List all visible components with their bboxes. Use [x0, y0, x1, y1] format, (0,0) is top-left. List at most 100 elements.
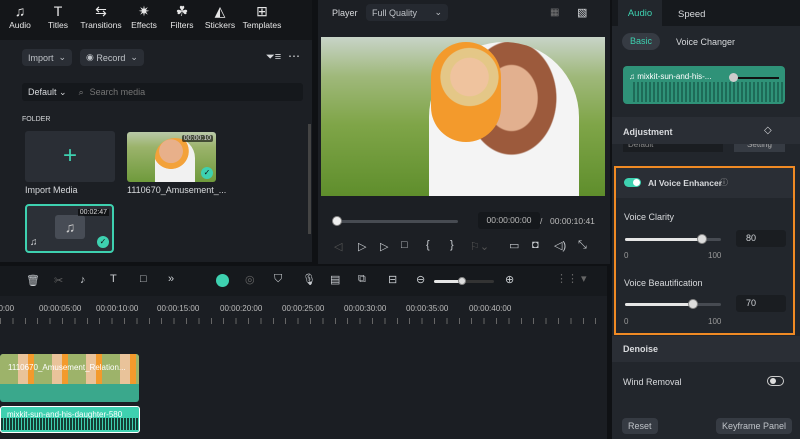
- tab-audio[interactable]: Audio: [618, 0, 662, 28]
- video-thumbnail[interactable]: 00:00:10 ✓: [127, 132, 216, 182]
- snapshot-view-icon[interactable]: ▧: [577, 6, 587, 19]
- filter-icon[interactable]: ⏷≡: [266, 51, 281, 64]
- scrubber-knob[interactable]: [332, 216, 342, 226]
- ruler-label: 00:00:40:00: [469, 304, 512, 313]
- audio-edit-icon[interactable]: ♪: [80, 274, 86, 286]
- ruler-label: 00:00:10:00: [96, 304, 139, 313]
- fullscreen-icon[interactable]: ⤡: [578, 239, 587, 252]
- audio-waveform-card[interactable]: ♫ mixkit-sun-and-his-...: [623, 66, 785, 104]
- audio-clip-name: mixkit-sun-and-his-daughter-580: [7, 410, 123, 419]
- timeline-panel: 🗑 ✂ ♪ T □ » ◎ ⛉ 🎙 ▤ ⧉ ⊟ ⊖ ⊕ ⋮⋮ ▾ 00:00 0…: [0, 266, 607, 439]
- mark-in-icon[interactable]: {: [426, 239, 430, 251]
- tab-effects[interactable]: ✷ Effects: [128, 0, 160, 40]
- import-button[interactable]: Import ⌄: [22, 49, 73, 66]
- zoom-in-icon[interactable]: ⊕: [505, 273, 514, 286]
- display-icon[interactable]: ▭: [509, 239, 519, 252]
- cut-icon[interactable]: ✂: [54, 274, 63, 287]
- fit-icon[interactable]: ⊟: [388, 273, 397, 286]
- audio-media-tile[interactable]: ♫ 00:02:47 ♫ ✓: [25, 204, 114, 253]
- subtab-voice-changer[interactable]: Voice Changer: [676, 37, 735, 47]
- marker-icon[interactable]: ⛉: [274, 273, 282, 286]
- wind-removal-toggle[interactable]: [767, 376, 784, 386]
- folder-label: FOLDER: [22, 116, 51, 123]
- tab-stickers[interactable]: ◭ Stickers: [204, 0, 236, 40]
- keyframe-diamond-icon[interactable]: ◇: [764, 125, 772, 136]
- ruler-label: 00:00:20:00: [220, 304, 263, 313]
- time-ruler[interactable]: 00:00 00:00:05:00 00:00:10:00 00:00:15:0…: [0, 304, 607, 326]
- volume-icon[interactable]: ◁): [554, 239, 566, 252]
- ruler-label: 00:00: [0, 304, 15, 313]
- enhancer-toggle[interactable]: [624, 178, 641, 187]
- zoom-out-icon[interactable]: ⊖: [416, 273, 425, 286]
- music-icon: ♫: [55, 215, 85, 239]
- import-media-label: Import Media: [25, 185, 78, 195]
- tab-label: Effects: [131, 20, 157, 30]
- play-icon[interactable]: ▷: [380, 240, 388, 253]
- delete-icon[interactable]: 🗑: [26, 274, 40, 287]
- next-frame-icon[interactable]: ▷: [358, 240, 366, 253]
- record-button[interactable]: ◉ Record ⌄: [80, 49, 144, 66]
- reset-button[interactable]: Reset: [622, 418, 658, 434]
- ai-icon[interactable]: [216, 274, 229, 287]
- current-time[interactable]: 00:00:00:00: [478, 212, 540, 229]
- clip-duration: 00:02:47: [77, 209, 109, 216]
- tab-audio[interactable]: ♫ Audio: [4, 0, 36, 40]
- quality-dropdown[interactable]: Full Quality ⌄: [366, 4, 448, 21]
- voice-clarity-slider[interactable]: [625, 234, 721, 244]
- tab-filters[interactable]: ☘ Filters: [166, 0, 198, 40]
- tab-transitions[interactable]: ⇆ Transitions: [80, 0, 122, 40]
- wind-removal-label: Wind Removal: [623, 377, 682, 387]
- text-icon[interactable]: T: [110, 273, 117, 285]
- more-tools-icon[interactable]: »: [168, 273, 174, 285]
- grid-icon[interactable]: ▦: [550, 7, 559, 18]
- audio-clip[interactable]: mixkit-sun-and-his-daughter-580: [0, 406, 140, 433]
- camera-icon[interactable]: ◘: [532, 239, 539, 251]
- keyframe-panel-button[interactable]: Keyframe Panel: [716, 418, 793, 434]
- help-icon[interactable]: ⓘ: [720, 177, 728, 188]
- crop-icon[interactable]: □: [140, 273, 147, 285]
- stop-icon[interactable]: □: [401, 239, 408, 251]
- import-media-tile[interactable]: +: [25, 131, 115, 182]
- marker-icon[interactable]: ⚐⌄: [470, 240, 489, 253]
- voice-beautification-input[interactable]: 70: [736, 295, 786, 312]
- sort-dropdown[interactable]: Default ⌄: [28, 87, 67, 98]
- microphone-icon[interactable]: 🎙: [302, 273, 316, 286]
- search-input[interactable]: [89, 87, 207, 97]
- prev-frame-icon[interactable]: ◁: [334, 240, 342, 253]
- mark-out-icon[interactable]: }: [450, 239, 454, 251]
- snapshot-icon[interactable]: ⧉: [358, 273, 366, 286]
- player-label: Player: [332, 8, 358, 18]
- video-preview[interactable]: [321, 37, 605, 196]
- media-filter-bar: Default ⌄ ⌕: [22, 83, 303, 101]
- audio-track-icon[interactable]: ▤: [330, 273, 340, 286]
- voice-clarity-input[interactable]: 80: [736, 230, 786, 247]
- zoom-slider[interactable]: [434, 277, 494, 285]
- sort-label: Default: [28, 86, 57, 97]
- layout-icon[interactable]: ⋮⋮ ▾: [556, 272, 587, 285]
- waveform: [633, 82, 783, 102]
- voice-beautification-slider[interactable]: [625, 299, 721, 309]
- more-icon[interactable]: ⋯: [288, 49, 300, 63]
- slider-knob[interactable]: [688, 299, 698, 309]
- playback-scrubber[interactable]: [332, 216, 458, 226]
- preset-dropdown[interactable]: Default: [623, 144, 723, 152]
- adjustment-title: Adjustment: [623, 127, 673, 137]
- video-clip[interactable]: 1110670_Amusement_Relation...: [0, 354, 139, 402]
- tab-label: Transitions: [80, 20, 122, 30]
- slider-knob[interactable]: [697, 234, 707, 244]
- volume-knob[interactable]: [729, 73, 738, 82]
- render-icon[interactable]: ◎: [245, 273, 255, 286]
- tab-speed[interactable]: Speed: [678, 9, 705, 20]
- volume-line: [733, 77, 779, 79]
- zoom-knob[interactable]: [458, 277, 466, 285]
- subtab-basic[interactable]: Basic: [622, 33, 660, 50]
- video-clip-name: 1110670_Amusement_Relation...: [8, 363, 126, 372]
- tab-label: Filters: [170, 20, 194, 30]
- tab-titles[interactable]: T Titles: [42, 0, 74, 40]
- setting-button[interactable]: Setting: [734, 144, 785, 152]
- chevron-down-icon: ⌄: [434, 7, 442, 17]
- tab-templates[interactable]: ⊞ Templates: [242, 0, 282, 40]
- tab-label: Templates: [242, 20, 282, 30]
- scrollbar[interactable]: [308, 124, 311, 234]
- tab-label: Stickers: [204, 20, 236, 30]
